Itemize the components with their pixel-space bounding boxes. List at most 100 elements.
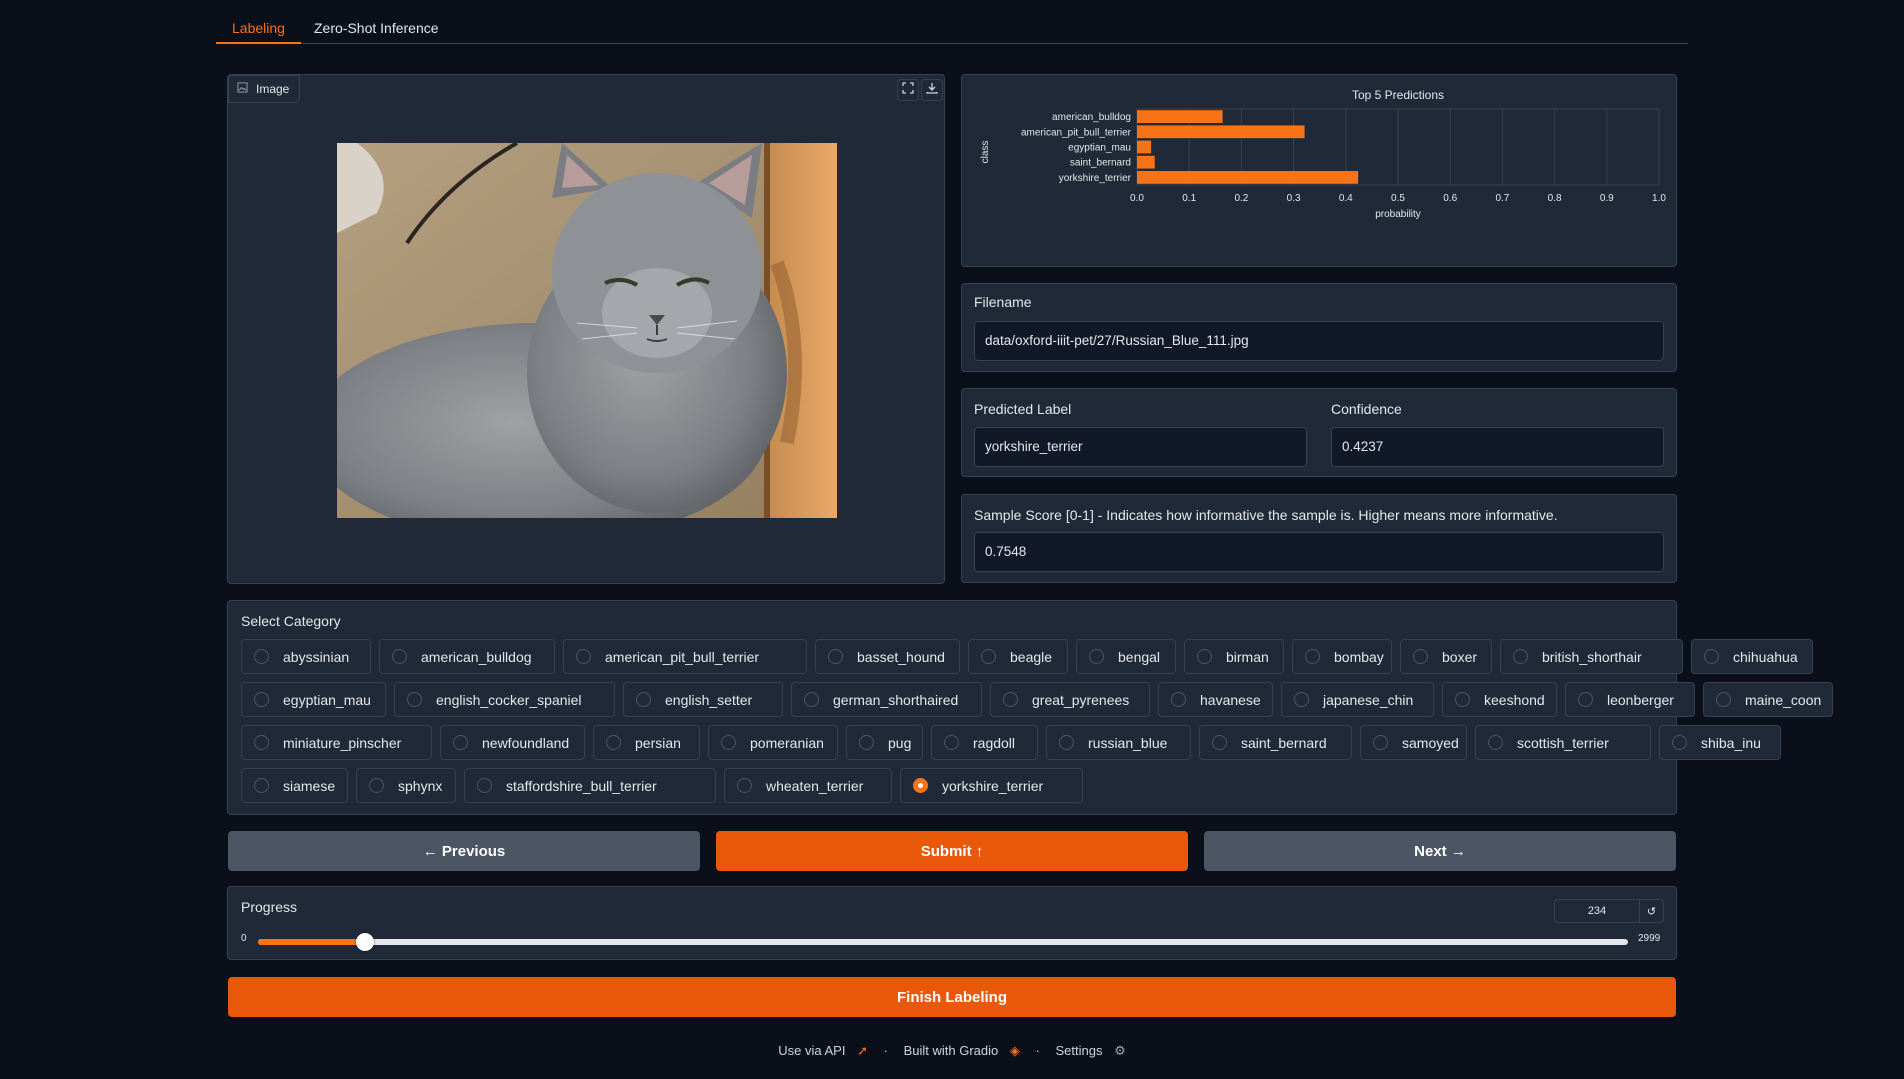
category-option-beagle[interactable]: beagle xyxy=(968,639,1068,674)
category-option-staffordshire-bull-terrier[interactable]: staffordshire_bull_terrier xyxy=(464,768,716,803)
sample-score-field[interactable]: 0.7548 xyxy=(974,532,1664,572)
category-option-abyssinian[interactable]: abyssinian xyxy=(241,639,371,674)
category-option-newfoundland[interactable]: newfoundland xyxy=(440,725,585,760)
radio-circle xyxy=(1513,649,1528,664)
chart-category-label: egyptian_mau xyxy=(1068,143,1131,154)
category-option-scottish-terrier[interactable]: scottish_terrier xyxy=(1475,725,1651,760)
category-option-birman[interactable]: birman xyxy=(1184,639,1284,674)
category-option-miniature-pinscher[interactable]: miniature_pinscher xyxy=(241,725,432,760)
category-option-bengal[interactable]: bengal xyxy=(1076,639,1176,674)
previous-button[interactable]: ← Previous xyxy=(228,831,700,871)
fullscreen-icon xyxy=(902,81,914,99)
category-option-label: sphynx xyxy=(398,777,443,794)
radio-circle xyxy=(721,735,736,750)
progress-slider[interactable] xyxy=(258,933,1628,951)
category-option-label: miniature_pinscher xyxy=(283,734,402,751)
category-option-american-pit-bull-terrier[interactable]: american_pit_bull_terrier xyxy=(563,639,807,674)
chart-x-tick-label: 0.1 xyxy=(1182,193,1196,204)
submit-button[interactable]: Submit ↑ xyxy=(716,831,1188,871)
category-option-pug[interactable]: pug xyxy=(846,725,923,760)
category-option-chihuahua[interactable]: chihuahua xyxy=(1691,639,1813,674)
radio-circle xyxy=(804,692,819,707)
category-option-havanese[interactable]: havanese xyxy=(1158,682,1273,717)
category-option-shiba-inu[interactable]: shiba_inu xyxy=(1659,725,1781,760)
top-predictions-chart: Top 5 Predictions 0.0 0.1 0.2 0.3 0.4 0.5 0.6 0.… xyxy=(980,88,1666,220)
category-option-persian[interactable]: persian xyxy=(593,725,700,760)
footer: Use via API ➚ · Built with Gradio ◈ · Se… xyxy=(0,1043,1904,1059)
category-option-great-pyrenees[interactable]: great_pyrenees xyxy=(990,682,1150,717)
radio-circle xyxy=(1003,692,1018,707)
category-option-saint-bernard[interactable]: saint_bernard xyxy=(1199,725,1352,760)
chart-bar xyxy=(1137,125,1305,139)
radio-circle xyxy=(1413,649,1428,664)
category-option-ragdoll[interactable]: ragdoll xyxy=(931,725,1038,760)
finish-labeling-button[interactable]: Finish Labeling xyxy=(228,977,1676,1017)
progress-min: 0 xyxy=(241,933,247,944)
category-option-label: staffordshire_bull_terrier xyxy=(506,777,657,794)
category-option-yorkshire-terrier[interactable]: yorkshire_terrier xyxy=(900,768,1083,803)
fullscreen-button[interactable] xyxy=(897,79,919,101)
sample-score-panel: Sample Score [0-1] - Indicates how infor… xyxy=(961,494,1677,583)
category-option-label: english_setter xyxy=(665,691,753,708)
use-via-api-link[interactable]: Use via API ➚ xyxy=(774,1043,872,1058)
radio-circle xyxy=(1171,692,1186,707)
next-button[interactable]: Next → xyxy=(1204,831,1676,871)
chart-category-label: american_pit_bull_terrier xyxy=(1021,127,1132,138)
category-option-sphynx[interactable]: sphynx xyxy=(356,768,456,803)
category-option-maine-coon[interactable]: maine_coon xyxy=(1703,682,1833,717)
chart-x-tick-label: 0.8 xyxy=(1548,193,1562,204)
download-button[interactable] xyxy=(921,79,943,101)
category-option-british-shorthair[interactable]: british_shorthair xyxy=(1500,639,1683,674)
category-option-boxer[interactable]: boxer xyxy=(1400,639,1492,674)
radio-circle xyxy=(1672,735,1687,750)
category-option-american-bulldog[interactable]: american_bulldog xyxy=(379,639,555,674)
category-option-japanese-chin[interactable]: japanese_chin xyxy=(1281,682,1434,717)
category-option-label: pomeranian xyxy=(750,734,824,751)
filename-field[interactable]: data/oxford-iiit-pet/27/Russian_Blue_111… xyxy=(974,321,1664,361)
category-option-russian-blue[interactable]: russian_blue xyxy=(1046,725,1191,760)
category-option-bombay[interactable]: bombay xyxy=(1292,639,1392,674)
category-option-egyptian-mau[interactable]: egyptian_mau xyxy=(241,682,386,717)
category-option-label: english_cocker_spaniel xyxy=(436,691,582,708)
category-option-german-shorthaired[interactable]: german_shorthaired xyxy=(791,682,982,717)
radio-circle xyxy=(1197,649,1212,664)
download-icon xyxy=(926,81,938,99)
tab-zero-shot-inference[interactable]: Zero-Shot Inference xyxy=(298,14,455,44)
radio-circle xyxy=(477,778,492,793)
radio-circle xyxy=(1089,649,1104,664)
radio-circle xyxy=(859,735,874,750)
rocket-icon: ➚ xyxy=(857,1043,868,1058)
tab-labeling[interactable]: Labeling xyxy=(216,14,301,44)
category-option-english-cocker-spaniel[interactable]: english_cocker_spaniel xyxy=(394,682,615,717)
category-option-english-setter[interactable]: english_setter xyxy=(623,682,783,717)
footer-separator: · xyxy=(883,1043,888,1058)
built-with-gradio-link[interactable]: Built with Gradio ◈ xyxy=(900,1043,1024,1058)
category-option-samoyed[interactable]: samoyed xyxy=(1360,725,1467,760)
category-option-wheaten-terrier[interactable]: wheaten_terrier xyxy=(724,768,892,803)
category-option-label: great_pyrenees xyxy=(1032,691,1130,708)
reset-button[interactable]: ↺ xyxy=(1639,900,1663,922)
category-option-label: pug xyxy=(888,734,912,751)
chart-x-axis-label: probability xyxy=(1375,209,1421,220)
category-option-label: basset_hound xyxy=(857,648,945,665)
progress-slider-thumb[interactable] xyxy=(355,933,374,951)
category-option-label: japanese_chin xyxy=(1323,691,1414,708)
category-option-label: scottish_terrier xyxy=(1517,734,1609,751)
footer-separator-2: · xyxy=(1035,1043,1040,1058)
chart-category-label: yorkshire_terrier xyxy=(1059,173,1132,184)
predicted-label-field[interactable]: yorkshire_terrier xyxy=(974,427,1307,467)
category-option-keeshond[interactable]: keeshond xyxy=(1442,682,1557,717)
category-option-basset-hound[interactable]: basset_hound xyxy=(815,639,960,674)
cat-photo xyxy=(337,143,837,518)
category-option-pomeranian[interactable]: pomeranian xyxy=(708,725,838,760)
category-option-leonberger[interactable]: leonberger xyxy=(1565,682,1695,717)
chart-x-tick-label: 0.2 xyxy=(1234,193,1248,204)
progress-number-input[interactable]: 234 xyxy=(1555,900,1639,922)
confidence-field[interactable]: 0.4237 xyxy=(1331,427,1664,467)
image-icon xyxy=(237,82,248,96)
category-option-label: bengal xyxy=(1118,648,1161,665)
settings-link[interactable]: Settings ⚙ xyxy=(1051,1043,1129,1058)
category-option-label: siamese xyxy=(283,777,336,794)
radio-circle xyxy=(828,649,843,664)
category-option-siamese[interactable]: siamese xyxy=(241,768,348,803)
